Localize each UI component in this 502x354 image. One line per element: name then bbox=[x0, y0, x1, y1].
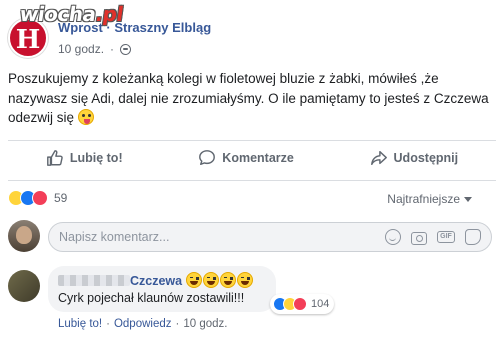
comment-like-link[interactable]: Lubię to! bbox=[58, 318, 102, 330]
like-label: Lubię to! bbox=[69, 151, 123, 165]
comment-text: Cyrk pojechał klaunów zostawili!!! bbox=[58, 291, 245, 305]
comment-bubble: Czczewa Cyrk pojechał klaunów zostawili!… bbox=[48, 266, 276, 312]
comment-reactions[interactable]: 104 bbox=[270, 294, 335, 314]
dot-separator: · bbox=[175, 318, 180, 330]
comment-author[interactable]: Czczewa bbox=[130, 274, 182, 288]
laughing-emoji-icon bbox=[202, 272, 219, 288]
divider bbox=[8, 140, 496, 141]
divider bbox=[8, 180, 496, 181]
caret-down-icon bbox=[464, 196, 472, 202]
wiocha-watermark: wiocha.pl bbox=[0, 0, 180, 26]
comment-emojis bbox=[185, 272, 253, 288]
comment-reaction-count: 104 bbox=[311, 298, 330, 310]
laughing-emoji-icon bbox=[236, 272, 253, 288]
comment-button[interactable]: Komentarze bbox=[198, 145, 294, 171]
comment-composer: GIF bbox=[8, 220, 496, 256]
comment-input[interactable] bbox=[59, 230, 385, 244]
comment-label: Komentarze bbox=[222, 151, 294, 165]
reactions-summary[interactable]: 59 bbox=[8, 190, 67, 206]
emoji-icon[interactable] bbox=[385, 229, 401, 245]
like-button[interactable]: Lubię to! bbox=[46, 145, 123, 171]
share-button[interactable]: Udostępnij bbox=[370, 145, 459, 171]
sort-label: Najtrafniejsze bbox=[387, 192, 460, 206]
post-action-bar: Lubię to! Komentarze Udostępnij bbox=[8, 145, 496, 171]
laughing-emoji-icon bbox=[185, 272, 202, 288]
avatar[interactable] bbox=[8, 220, 40, 252]
reaction-count: 59 bbox=[54, 191, 68, 205]
camera-icon[interactable] bbox=[411, 231, 427, 245]
tongue-emoji-icon bbox=[77, 109, 94, 125]
dot-separator: · bbox=[110, 42, 115, 56]
comment-actions: Lubię to! · Odpowiedz · 10 godz. bbox=[58, 318, 227, 330]
post-text: Poszukujemy z koleżanką kolegi w fioleto… bbox=[8, 71, 489, 125]
post-meta: 10 godz. · bbox=[58, 42, 132, 56]
comment-input-wrap: GIF bbox=[48, 222, 492, 252]
commenter-avatar[interactable] bbox=[8, 270, 40, 302]
sticker-icon[interactable] bbox=[465, 229, 481, 245]
comment-reply-link[interactable]: Odpowiedz bbox=[114, 318, 172, 330]
watermark-logo: wiocha.pl bbox=[18, 2, 125, 26]
gif-icon[interactable]: GIF bbox=[437, 231, 455, 243]
share-label: Udostępnij bbox=[393, 151, 459, 165]
comment-bubble-icon bbox=[199, 150, 216, 166]
dot-separator: · bbox=[106, 318, 110, 330]
globe-icon bbox=[120, 43, 132, 55]
love-reaction-icon bbox=[32, 190, 48, 206]
comment-time[interactable]: 10 godz. bbox=[183, 318, 227, 330]
love-reaction-icon bbox=[293, 297, 307, 311]
thumbs-up-icon bbox=[46, 150, 63, 166]
composer-icons: GIF bbox=[385, 229, 491, 245]
comment-sort-dropdown[interactable]: Najtrafniejsze bbox=[387, 192, 472, 206]
redacted-author-name bbox=[58, 275, 130, 286]
laughing-emoji-icon bbox=[219, 272, 236, 288]
share-arrow-icon bbox=[370, 150, 387, 166]
post-time[interactable]: 10 godz. bbox=[58, 42, 104, 56]
